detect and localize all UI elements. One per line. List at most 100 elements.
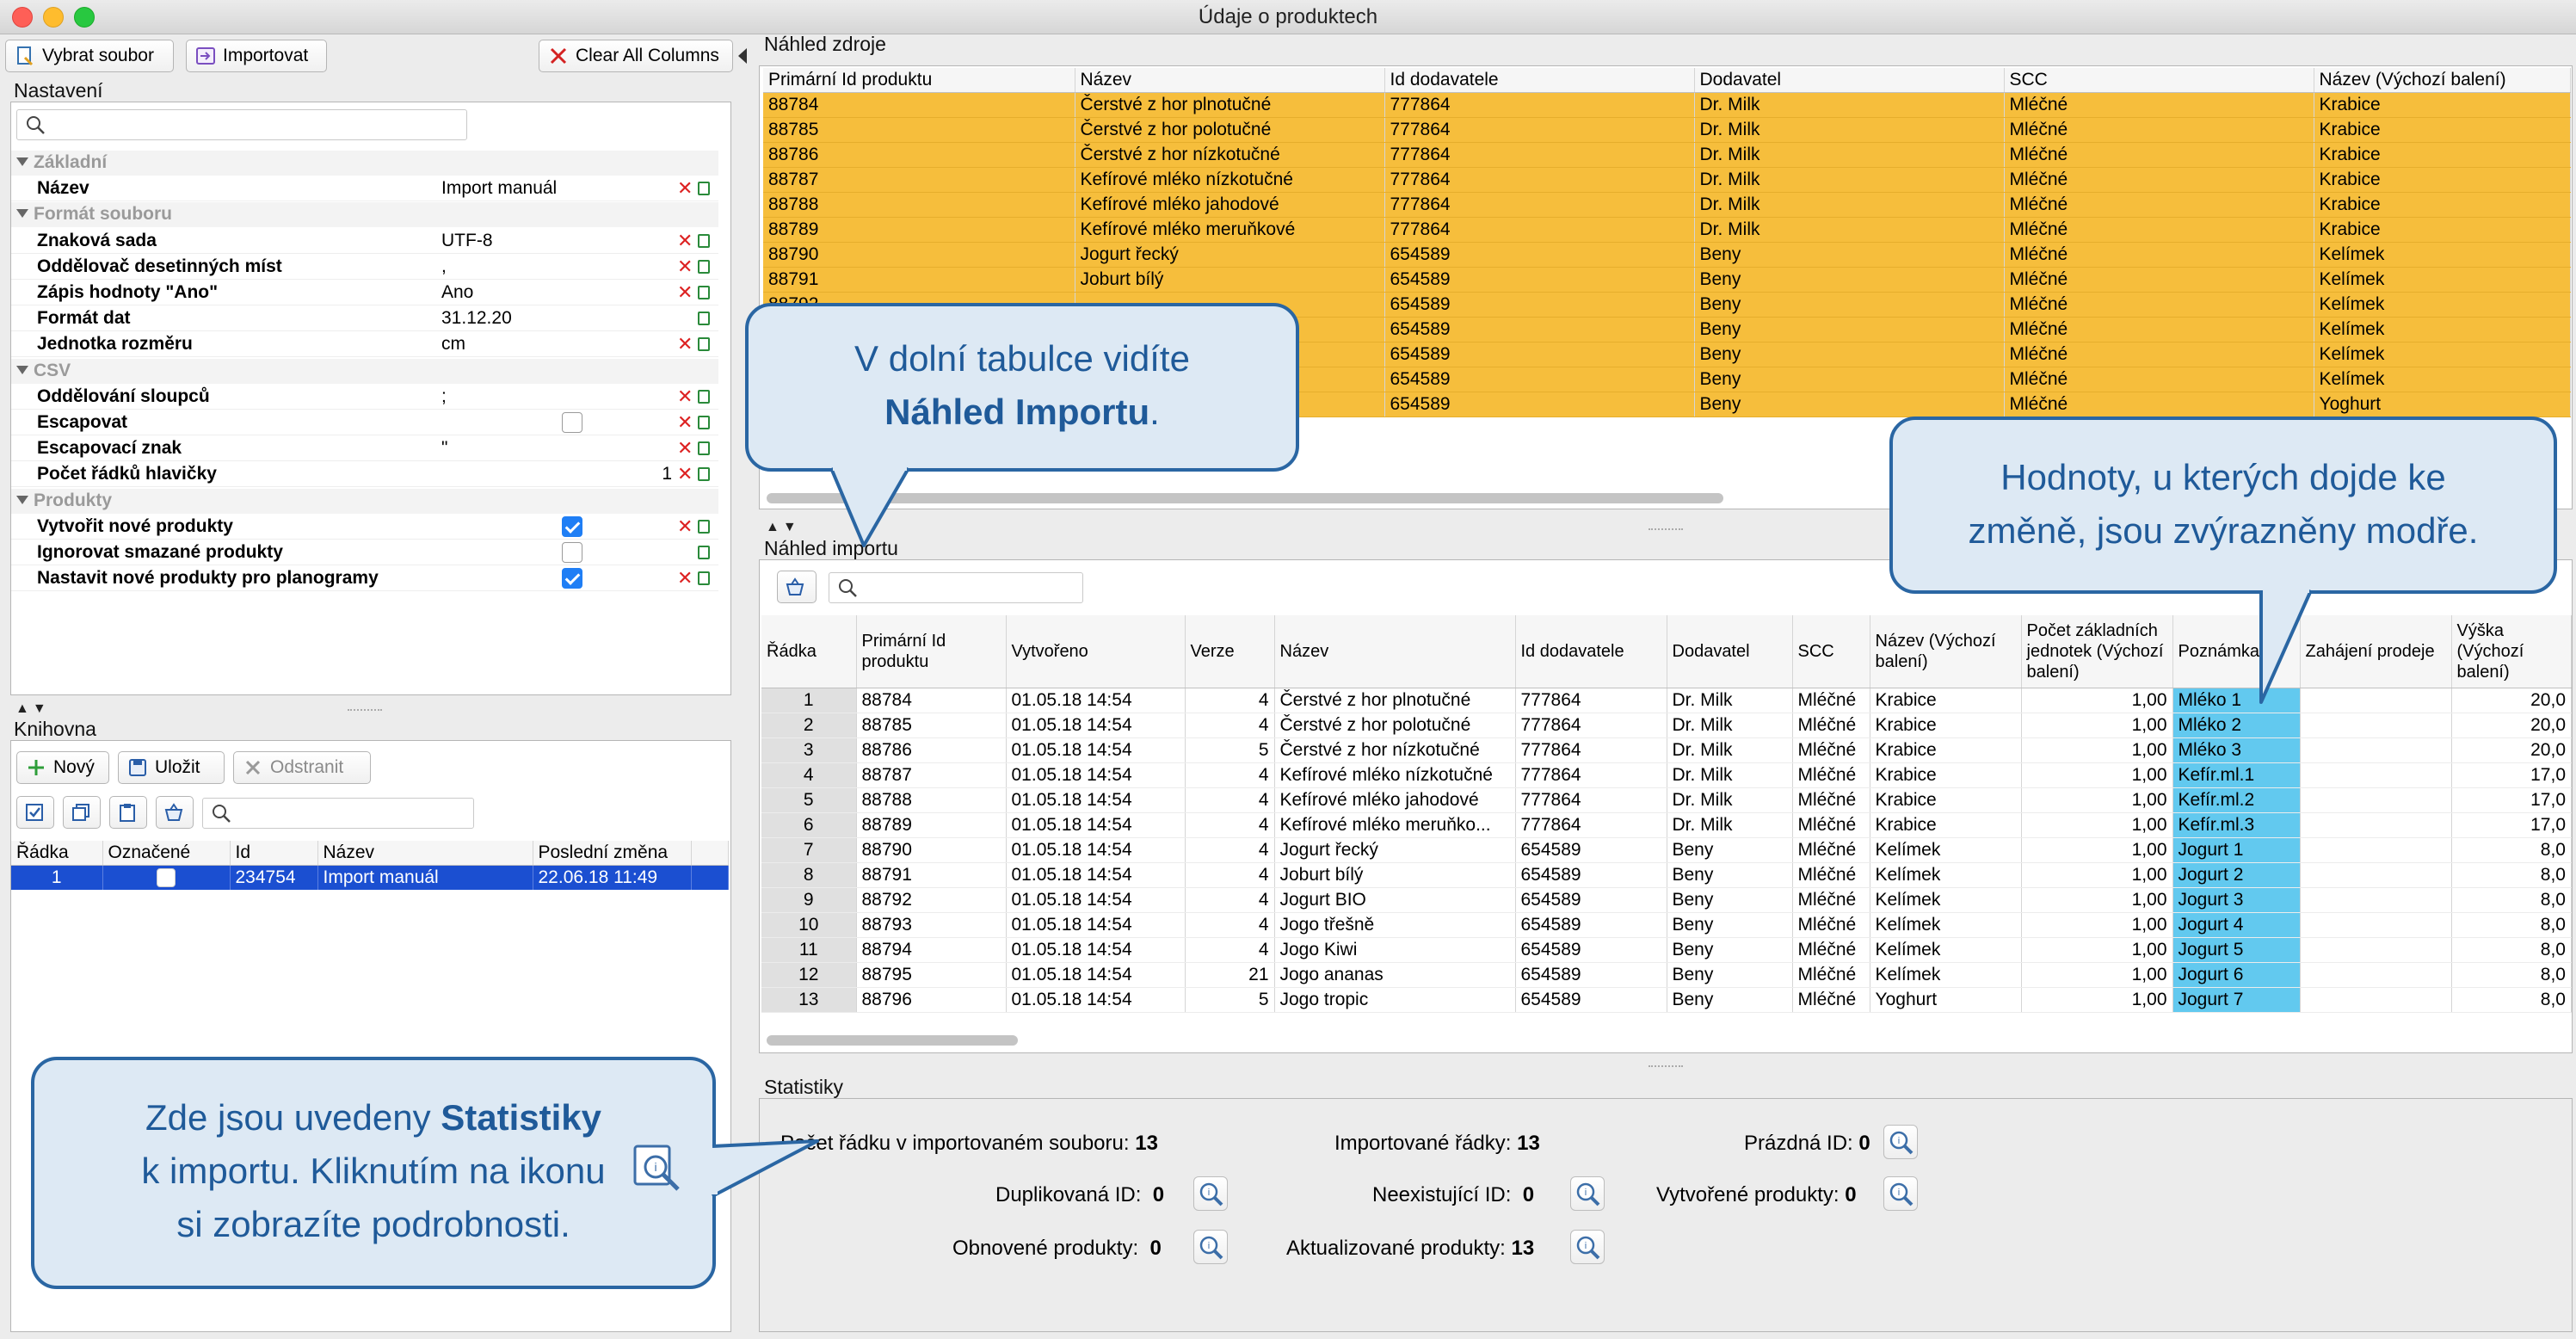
import-search-input[interactable] (829, 572, 1083, 603)
property-row[interactable]: Oddělovač desetinných míst, ✕ (11, 255, 718, 280)
table-row[interactable]: 3 88786 01.05.18 14:54 5 Čerstvé z hor nízko… (761, 737, 2572, 763)
table-row[interactable]: 13 88796 01.05.18 14:54 5 Jogo tropic 654589 B… (761, 987, 2572, 1013)
reset-x-icon[interactable]: ✕ (677, 413, 693, 432)
column-header[interactable]: SCC (2004, 68, 2314, 93)
clear-all-columns-button[interactable]: Clear All Columns (539, 40, 733, 72)
property-checkbox[interactable] (562, 515, 582, 537)
property-value[interactable]: cm (441, 334, 465, 355)
new-button[interactable]: Nový (16, 751, 109, 784)
property-value[interactable]: Ano (441, 282, 473, 303)
created-products-details-button[interactable]: i (1883, 1176, 1918, 1211)
table-row[interactable]: 10 88793 01.05.18 14:54 4 Jogo třešně 654589 B… (761, 912, 2572, 938)
property-value[interactable]: UTF-8 (441, 231, 493, 251)
property-row[interactable]: Název Import manuál ✕ (11, 176, 718, 202)
copy-value-icon[interactable] (698, 182, 710, 196)
check-all-button[interactable] (16, 796, 54, 829)
property-row[interactable]: Escapovat ✕ (11, 410, 718, 435)
property-value[interactable]: , (441, 256, 447, 277)
property-row[interactable]: Oddělování sloupců; ✕ (11, 385, 718, 410)
column-header[interactable]: Id (230, 841, 318, 866)
property-value[interactable]: Import manuál (441, 178, 557, 199)
save-button[interactable]: Uložit (118, 751, 225, 784)
splitter-arrows-icon[interactable]: ▲▼ (15, 701, 50, 717)
nonexistent-id-details-button[interactable]: i (1570, 1176, 1605, 1211)
property-value[interactable]: 31.12.20 (441, 308, 512, 329)
table-row[interactable]: 6 88789 01.05.18 14:54 4 Kefírové mléko meru… (761, 812, 2572, 838)
property-row[interactable]: Formát dat 31.12.20 (11, 306, 718, 332)
column-header[interactable]: Poslední změna (533, 841, 692, 866)
basket-button[interactable] (156, 796, 194, 829)
table-row[interactable]: 5 88788 01.05.18 14:54 4 Kefírové mléko jaho… (761, 787, 2572, 813)
property-row[interactable]: Ignorovat smazané produkty (11, 540, 718, 565)
import-horizontal-scrollbar[interactable] (767, 1035, 1018, 1046)
column-header[interactable]: Název (1075, 68, 1385, 93)
column-header[interactable]: Název (1274, 615, 1516, 688)
reset-x-icon[interactable]: ✕ (677, 439, 693, 458)
property-checkbox[interactable] (562, 568, 582, 589)
splitter-grip[interactable] (1649, 528, 1683, 532)
copy-value-icon[interactable] (698, 337, 710, 352)
column-header[interactable]: Název (317, 841, 533, 866)
splitter-arrows-icon[interactable]: ▲▼ (766, 520, 800, 535)
column-header[interactable]: Id dodavatele (1384, 68, 1695, 93)
copy-value-icon[interactable] (698, 571, 710, 586)
table-cell[interactable]: Import manuál (317, 865, 533, 890)
property-row[interactable]: Nastavit nové produkty pro planogramy ✕ (11, 566, 718, 592)
marked-checkbox[interactable] (157, 868, 176, 888)
restored-products-details-button[interactable]: i (1193, 1230, 1228, 1264)
settings-search-input[interactable] (16, 109, 467, 140)
property-checkbox[interactable] (562, 412, 582, 433)
property-value[interactable]: ; (441, 386, 447, 407)
column-header[interactable]: Primární Id produktu (763, 68, 1075, 93)
reset-x-icon[interactable]: ✕ (677, 179, 693, 198)
import-button[interactable]: Importovat (186, 40, 327, 72)
property-row[interactable]: Znaková sada UTF-8 ✕ (11, 229, 718, 254)
property-checkbox[interactable] (562, 542, 582, 563)
reset-x-icon[interactable]: ✕ (677, 386, 693, 406)
column-header[interactable]: Verze (1185, 615, 1275, 688)
column-header[interactable]: Dodavatel (1694, 68, 2005, 93)
column-header[interactable]: Výška (Výchozí balení) (2451, 615, 2572, 688)
column-header[interactable]: Řádka (11, 841, 103, 866)
expand-triangle-icon[interactable] (16, 365, 28, 374)
property-row[interactable]: Počet řádků hlavičky 1 ✕ (11, 462, 718, 488)
library-search-input[interactable] (202, 798, 474, 829)
reset-x-icon[interactable]: ✕ (677, 569, 693, 588)
table-row[interactable]: 11 88794 01.05.18 14:54 4 Jogo Kiwi 654589 Ben… (761, 937, 2572, 963)
table-cell[interactable] (102, 865, 231, 890)
property-value[interactable]: " (441, 438, 447, 459)
library-row[interactable]: 1 234754 Import manuál 22.06.18 11:49 (11, 865, 729, 890)
column-header[interactable]: Označené (102, 841, 231, 866)
column-header[interactable]: Název (Výchozí balení) (2314, 68, 2571, 93)
copy-value-icon[interactable] (698, 467, 710, 482)
empty-id-details-button[interactable]: i (1883, 1125, 1918, 1159)
property-row[interactable]: Escapovací znak " ✕ (11, 436, 718, 462)
copy-value-icon[interactable] (698, 389, 710, 404)
duplicate-id-details-button[interactable]: i (1193, 1176, 1228, 1211)
paste-button[interactable] (109, 796, 147, 829)
splitter-grip[interactable] (348, 709, 382, 713)
remove-button[interactable]: Odstranit (233, 751, 371, 784)
copy-value-icon[interactable] (698, 233, 710, 248)
property-row[interactable]: Vytvořit nové produkty ✕ (11, 515, 718, 540)
column-header[interactable]: Počet základních jednotek (Výchozí balen… (2021, 615, 2173, 688)
collapse-left-arrow-icon[interactable] (738, 48, 747, 64)
table-row[interactable]: 12 88795 01.05.18 14:54 21 Jogo ananas 654589… (761, 962, 2572, 988)
select-file-button[interactable]: Vybrat soubor (5, 40, 174, 72)
property-row[interactable]: Zápis hodnoty "Ano" Ano ✕ (11, 281, 718, 305)
property-row[interactable]: Jednotka rozměru cm ✕ (11, 332, 718, 358)
expand-triangle-icon[interactable] (16, 209, 28, 219)
table-cell[interactable]: 1 (11, 865, 103, 890)
reset-x-icon[interactable]: ✕ (677, 335, 693, 354)
reset-x-icon[interactable]: ✕ (677, 256, 693, 276)
duplicate-button[interactable] (63, 796, 101, 829)
table-row[interactable]: 9 88792 01.05.18 14:54 4 Jogurt BIO 654589 Ben… (761, 887, 2572, 913)
expand-triangle-icon[interactable] (16, 495, 28, 504)
copy-value-icon[interactable] (698, 259, 710, 274)
table-row[interactable]: 7 88790 01.05.18 14:54 4 Jogurt řecký 654589 B… (761, 837, 2572, 863)
reset-x-icon[interactable]: ✕ (677, 465, 693, 484)
column-header[interactable]: Řádka (761, 615, 857, 688)
copy-value-icon[interactable] (698, 286, 710, 299)
table-row[interactable]: 8 88791 01.05.18 14:54 4 Joburt bílý 654589 Be… (761, 862, 2572, 888)
column-header[interactable]: Id dodavatele (1515, 615, 1667, 688)
